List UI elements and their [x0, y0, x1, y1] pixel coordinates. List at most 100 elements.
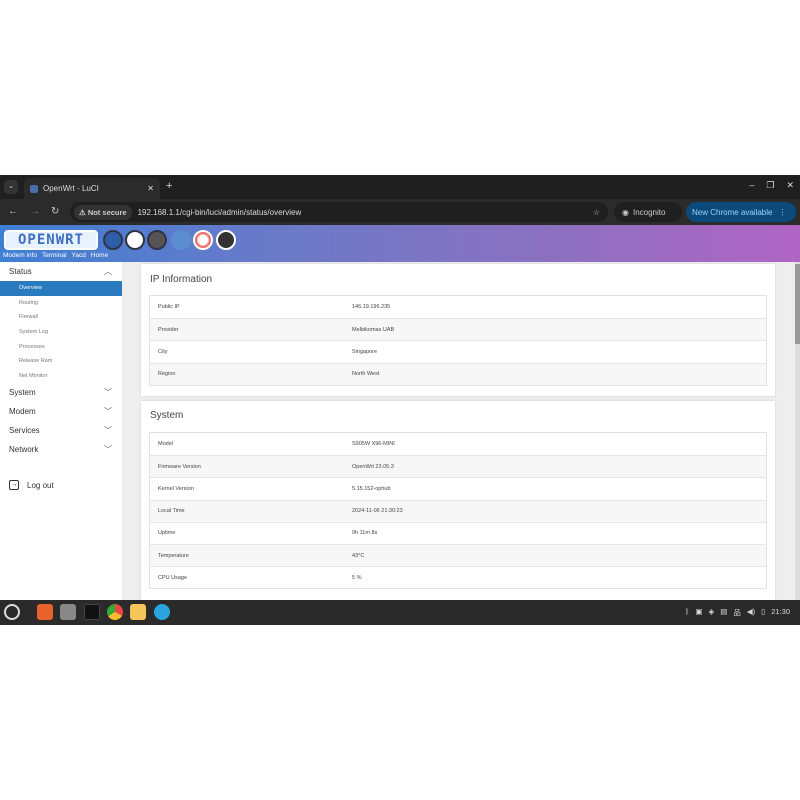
storage-icon[interactable]: ▤ — [720, 607, 727, 618]
menu-start-icon[interactable] — [4, 604, 20, 620]
table-row: CPU Usage 5 % — [150, 566, 766, 588]
messaging-app-icon[interactable] — [60, 604, 76, 620]
firefox-icon[interactable] — [37, 604, 53, 620]
logout-label: Log out — [27, 480, 54, 490]
sidebar-item-overview[interactable]: Overview — [0, 281, 122, 296]
row-label: Public IP — [158, 304, 180, 311]
network-icon[interactable]: 品 — [733, 607, 741, 618]
table-row: Model S905W X96-MINI — [150, 433, 766, 455]
new-chrome-label: New Chrome available — [692, 207, 773, 217]
browser-tab[interactable]: OpenWrt - LuCI ✕ — [24, 178, 160, 199]
yacd-icon[interactable] — [147, 230, 167, 250]
section-label: System — [9, 388, 36, 398]
table-row: Temperature 43°C — [150, 543, 766, 567]
row-label: CPU Usage — [158, 574, 188, 581]
scrollbar-thumb[interactable] — [795, 264, 800, 344]
sidebar: Status ︿ Overview Routing Firewall System… — [0, 262, 122, 600]
row-value: 43°C — [352, 552, 365, 559]
clock[interactable]: 21:30 — [771, 607, 790, 618]
bookmark-star-icon[interactable]: ☆ — [593, 208, 600, 217]
incognito-indicator[interactable]: ◉ Incognito — [614, 202, 682, 222]
sidebar-section-system[interactable]: System ﹀ — [0, 383, 122, 402]
openwrt-favicon — [30, 184, 38, 193]
close-window-icon[interactable]: ✕ — [786, 180, 794, 191]
sidebar-item-processes[interactable]: Processes — [0, 339, 122, 354]
modem-info-icon[interactable] — [103, 230, 123, 250]
row-value: North West — [352, 371, 380, 378]
ip-table: Public IP 146.19.196.235 Provider Melbikoma… — [149, 295, 767, 386]
link-modem-info[interactable]: Modem info — [3, 252, 37, 259]
link-home[interactable]: Home — [91, 252, 108, 259]
address-bar: ← → ↻ ⚠ Not secure 192.168.1.1/cgi-bin/l… — [0, 199, 800, 225]
clipboard-icon[interactable]: ▣ — [695, 607, 702, 618]
tab-bar: ⌄ OpenWrt - LuCI ✕ + – ❐ ✕ — [0, 175, 800, 199]
sidebar-item-net-monitor[interactable]: Net Monitor — [0, 369, 122, 384]
new-tab-button[interactable]: + — [166, 180, 172, 192]
table-row: Kernel Version 5.15.152-ophub — [150, 477, 766, 499]
system-table: Model S905W X96-MINI Firmware Version OpenW… — [149, 432, 767, 590]
telegram-icon[interactable] — [154, 604, 170, 620]
row-label: City — [158, 348, 168, 355]
files-icon[interactable] — [130, 604, 146, 620]
table-row: City Singapore — [150, 340, 766, 362]
bluetooth-icon[interactable]: ᛒ — [685, 607, 690, 618]
table-row: Uptime 0h 11m 8s — [150, 521, 766, 544]
incognito-label: Incognito — [632, 207, 666, 217]
table-row: Firmware Version OpenWrt 23.05.3 — [150, 455, 766, 478]
home-icon[interactable] — [193, 230, 213, 250]
minimize-icon[interactable]: – — [749, 180, 754, 191]
tab-search-button[interactable]: ⌄ — [4, 180, 18, 194]
terminal-app-icon[interactable] — [84, 604, 100, 620]
section-label: Services — [9, 426, 40, 436]
back-icon[interactable]: ← — [8, 206, 18, 217]
incognito-icon: ◉ — [622, 207, 629, 217]
sidebar-section-status[interactable]: Status ︿ — [0, 262, 122, 281]
openwrt-logo[interactable]: OPENWRT — [4, 230, 98, 250]
update-icon[interactable]: ◈ — [708, 607, 714, 618]
menu-icon[interactable]: ⋮ — [778, 208, 786, 217]
new-chrome-button[interactable]: New Chrome available ⋮ — [686, 202, 796, 222]
restore-icon[interactable]: ❐ — [766, 180, 774, 191]
sidebar-item-firewall[interactable]: Firewall — [0, 310, 122, 325]
sidebar-section-modem[interactable]: Modem ﹀ — [0, 402, 122, 421]
row-label: Firmware Version — [158, 463, 201, 470]
luci-header: OPENWRT Modem info Terminal Yacd Home — [0, 225, 800, 262]
window-controls: – ❐ ✕ — [749, 180, 794, 191]
reload-icon[interactable]: ↻ — [51, 206, 59, 217]
sidebar-section-services[interactable]: Services ﹀ — [0, 421, 122, 440]
section-label: Modem — [9, 407, 36, 417]
table-row: Provider Melbikomas UAB — [150, 318, 766, 341]
battery-icon[interactable]: ▯ — [761, 607, 765, 618]
chevron-down-icon: ﹀ — [104, 426, 112, 436]
terminal-icon[interactable] — [125, 230, 145, 250]
site-info-button[interactable]: ⚠ Not secure — [74, 204, 132, 220]
folder-icon[interactable] — [171, 230, 191, 250]
logout-button[interactable]: → Log out — [9, 480, 54, 490]
screen: ⌄ OpenWrt - LuCI ✕ + – ❐ ✕ ← → ↻ ⚠ Not s… — [0, 175, 800, 625]
row-value: 2024-11-06 21:30:23 — [352, 508, 403, 515]
not-secure-label: Not secure — [87, 207, 127, 217]
row-value: OpenWrt 23.05.3 — [352, 463, 394, 470]
url-text: 192.168.1.1/cgi-bin/luci/admin/status/ov… — [137, 207, 302, 217]
sidebar-section-network[interactable]: Network ﹀ — [0, 440, 122, 459]
chrome-icon[interactable] — [107, 604, 123, 620]
card-title: System — [150, 410, 184, 421]
link-yacd[interactable]: Yacd — [72, 252, 86, 259]
card-title: IP Information — [150, 274, 213, 285]
url-input[interactable]: ⚠ Not secure 192.168.1.1/cgi-bin/luci/ad… — [70, 202, 608, 222]
table-row: Local Time 2024-11-06 21:30:23 — [150, 499, 766, 522]
link-terminal[interactable]: Terminal — [42, 252, 67, 259]
sidebar-item-release-ram[interactable]: Release Ram — [0, 354, 122, 369]
close-tab-icon[interactable]: ✕ — [147, 184, 154, 193]
row-label: Model — [158, 441, 173, 448]
forward-icon[interactable]: → — [30, 206, 40, 217]
row-label: Provider — [158, 326, 179, 333]
row-value: 5 % — [352, 574, 362, 581]
row-label: Local Time — [158, 508, 185, 515]
sidebar-item-system-log[interactable]: System Log — [0, 325, 122, 340]
scrollbar[interactable] — [795, 262, 800, 600]
settings-gear-icon[interactable] — [216, 230, 236, 250]
sidebar-item-routing[interactable]: Routing — [0, 296, 122, 311]
logout-icon: → — [9, 480, 19, 490]
volume-icon[interactable]: ◀) — [747, 607, 755, 618]
